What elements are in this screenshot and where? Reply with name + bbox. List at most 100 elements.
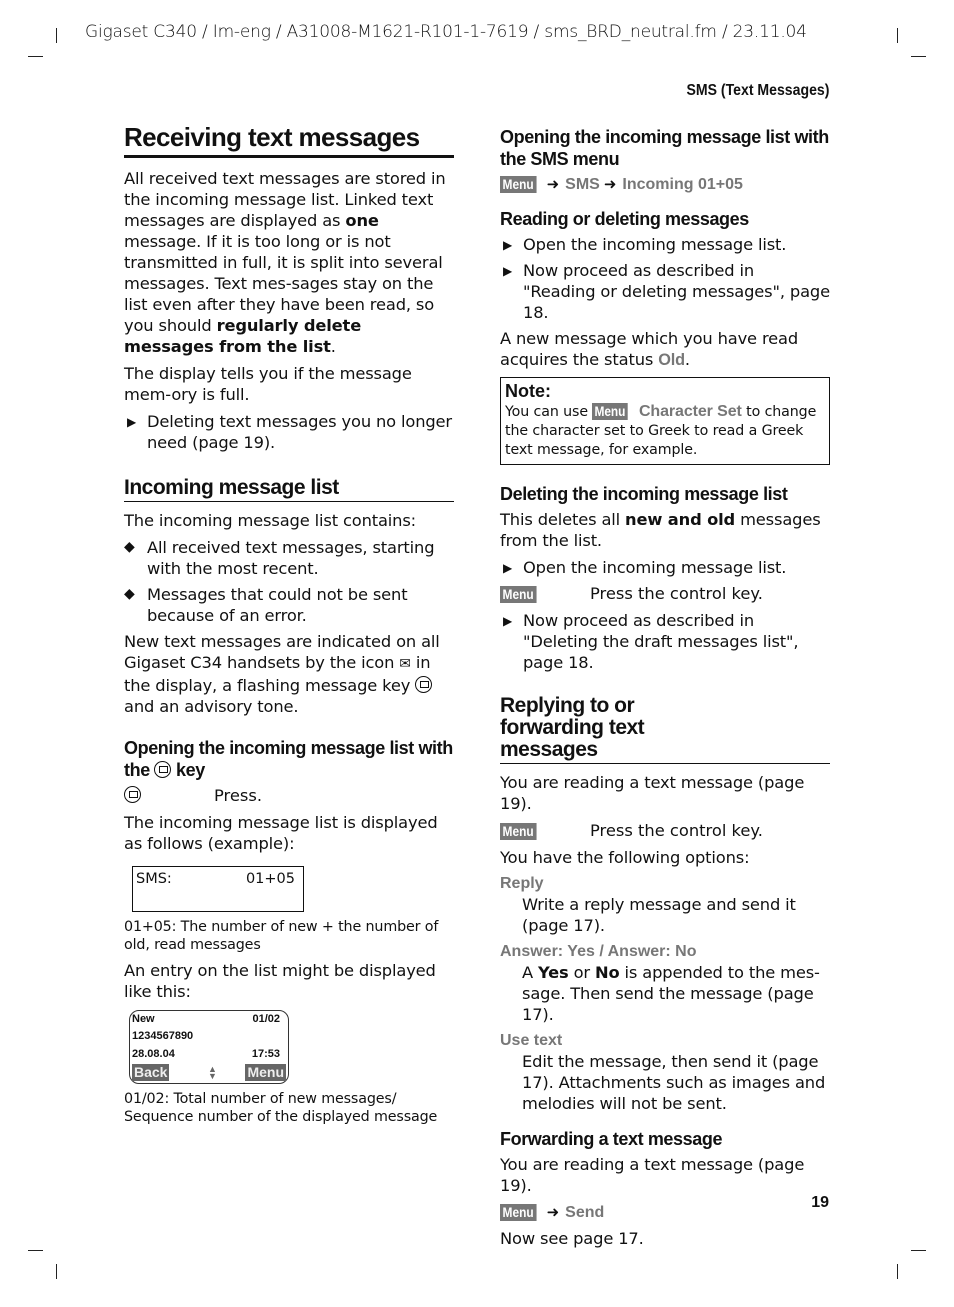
emphasis: new and old (625, 510, 736, 529)
up-down-arrows-icon: ▲ ▼ (208, 1064, 217, 1081)
subsection-heading: Opening the incoming message list with t… (500, 127, 829, 169)
triangle-bullet-icon: ▶ (503, 561, 513, 575)
menu-key-badge: Menu (500, 586, 537, 603)
list-item: ◆ Messages that could not be sent because… (124, 584, 454, 626)
menu-path-item: Send (565, 1204, 605, 1221)
paragraph: You have the following options: (500, 848, 750, 867)
crop-mark (897, 28, 898, 43)
key-instruction: Press. (124, 785, 454, 806)
menu-path: Menu ➜ Send (500, 1202, 830, 1222)
key-cell (124, 785, 214, 806)
message-key-icon (415, 676, 433, 693)
display-label: SMS: (136, 871, 172, 887)
entry-date: 28.08.04 (132, 1048, 175, 1060)
option-description: Write a reply message and send it (page … (522, 895, 796, 935)
triangle-bullet-icon: ▶ (503, 614, 513, 628)
menu-path-item: Incoming 01+05 (622, 176, 743, 193)
text: . (684, 350, 690, 369)
key-cell: Menu (500, 820, 590, 841)
text: A (522, 963, 539, 982)
text: . (330, 337, 336, 356)
paragraph: This deletes all new and old messages fr… (500, 509, 830, 551)
instruction-text: Press the control key. (590, 821, 763, 840)
paragraph: The incoming message list is displayed a… (124, 813, 438, 853)
display-value: 01+05 (245, 871, 295, 887)
diamond-bullet-icon: ◆ (124, 539, 135, 555)
note-body: You can use Menu Character Set to change… (505, 402, 825, 460)
text: New text messages are indicated on all G… (124, 632, 440, 672)
list-item: ▶ Open the incoming message list. (500, 557, 830, 578)
section-heading: Incoming message list (124, 477, 454, 502)
menu-key-badge: Menu (500, 176, 537, 193)
paragraph: You are reading a text message (page 19)… (500, 1155, 805, 1195)
emphasis: one (345, 211, 379, 230)
list-item: ◆ All received text messages, starting wi… (124, 537, 454, 579)
note-box: Note: You can use Menu Character Set to … (500, 377, 830, 465)
message-key-icon (124, 786, 141, 803)
diamond-bullet-icon: ◆ (124, 586, 135, 602)
key-instruction: Menu Press the control key. (500, 583, 830, 604)
emphasis: No (595, 963, 620, 982)
page-title: Receiving text messages (124, 122, 454, 158)
list-item-text: Deleting text messages you no longer nee… (147, 412, 452, 452)
subsection-heading: Forwarding a text message (500, 1129, 723, 1149)
triangle-bullet-icon: ▶ (503, 238, 513, 252)
list-item: ▶ Open the incoming message list. (500, 234, 830, 255)
subsection-heading: Opening the incoming message list with t… (124, 737, 454, 781)
list-item: ▶ Now proceed as described in "Reading or… (500, 260, 830, 323)
menu-key-badge: Menu (500, 823, 537, 840)
subsection-heading: Deleting the incoming message list (500, 484, 788, 504)
menu-path: Menu ➜ SMS ➜ Incoming 01+05 (500, 174, 830, 194)
arrow-right-icon: ➜ (546, 175, 560, 193)
entry-time: 17:53 (251, 1048, 280, 1060)
crop-mark (56, 28, 57, 43)
entry-number: 1234567890 (132, 1030, 194, 1042)
right-column: Opening the incoming message list with t… (500, 126, 830, 1255)
subsection-heading: Reading or deleting messages (500, 209, 749, 229)
lead-paragraph: The incoming message list contains: (124, 511, 417, 530)
crop-mark (56, 1264, 57, 1279)
display-example-list: SMS: 01+05 (132, 866, 304, 912)
crop-mark (897, 1264, 898, 1279)
back-softkey: Back (132, 1064, 170, 1081)
crop-mark (28, 56, 43, 57)
message-key-icon (154, 761, 172, 778)
page-header: Gigaset C340 / Im-eng / A31008-M1621-R10… (85, 22, 807, 42)
list-item-text: All received text messages, starting wit… (147, 538, 435, 578)
crop-mark (911, 1250, 926, 1251)
display-example-entry: New 01/02 1234567890 28.08.04 17:53 Back… (129, 1010, 289, 1084)
text: or (568, 963, 595, 982)
crop-mark (911, 56, 926, 57)
text: This deletes all (500, 510, 626, 529)
list-item-text: Now proceed as described in "Reading or … (523, 261, 830, 322)
caption: 01+05: The number of new + the number of… (124, 919, 439, 953)
text: key (171, 760, 205, 780)
menu-key-badge: Menu (592, 403, 629, 420)
text: and an advisory tone. (124, 697, 299, 716)
emphasis: Yes (538, 963, 569, 982)
memory-paragraph: The display tells you if the message mem… (124, 364, 412, 404)
status-old: Old (658, 351, 685, 369)
paragraph: Now see page 17. (500, 1229, 644, 1248)
indicator-paragraph: New text messages are indicated on all G… (124, 631, 454, 717)
instruction-text: Press. (214, 786, 263, 805)
caption: 01/02: Total number of new messages/ Seq… (124, 1091, 438, 1125)
list-item: ▶ Now proceed as described in "Deleting t… (500, 610, 830, 673)
list-item-text: Now proceed as described in "Deleting th… (523, 611, 799, 672)
instruction-text: Press the control key. (590, 584, 763, 603)
option-label-answer: Answer: Yes / Answer: No (500, 943, 697, 960)
text: A new message which you have read acquir… (500, 329, 799, 369)
note-title: Note: (505, 381, 551, 401)
text: All received text messages are stored in… (124, 169, 446, 230)
arrow-right-icon: ➜ (603, 175, 617, 193)
option-description: Edit the message, then send it (page 17)… (522, 1052, 826, 1113)
new-message-envelope-icon: ✉ (399, 656, 411, 672)
option-label-reply: Reply (500, 875, 544, 892)
menu-option: Character Set (638, 403, 742, 420)
left-column: Receiving text messages All received tex… (124, 122, 454, 1132)
menu-key-badge: Menu (500, 1204, 537, 1221)
paragraph: A new message which you have read acquir… (500, 328, 830, 371)
crop-mark (28, 1250, 43, 1251)
menu-path-item: SMS (565, 176, 600, 193)
key-instruction: Menu Press the control key. (500, 820, 830, 841)
